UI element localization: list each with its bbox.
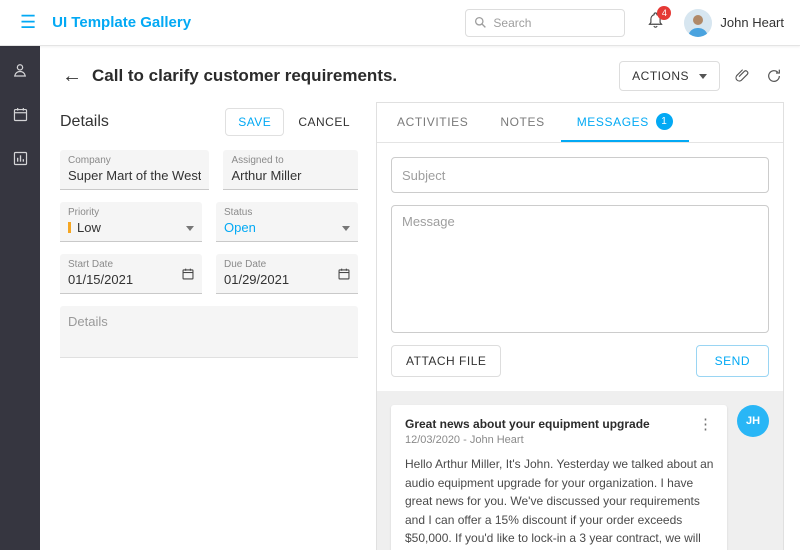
message-meta: 12/03/2020 - John Heart [405,434,650,446]
attach-file-button[interactable]: ATTACH FILE [391,345,501,377]
main-content: ← Call to clarify customer requirements.… [40,46,800,550]
user-avatar[interactable] [684,9,712,37]
company-field[interactable]: Company Super Mart of the West [60,150,209,190]
status-value: Open [224,220,350,235]
back-button[interactable]: ← [60,65,92,88]
company-value: Super Mart of the West [68,168,201,183]
send-button[interactable]: SEND [696,345,769,377]
messages-tab-content: ATTACH FILE SEND Great news about your e… [377,143,783,550]
sidebar-item-contacts[interactable] [11,60,29,80]
sidebar-item-analytics[interactable] [12,148,29,168]
chevron-down-icon [699,74,707,79]
page-title-row: ← Call to clarify customer requirements.… [60,56,784,96]
calendar-picker-icon[interactable] [337,267,351,286]
priority-label: Priority [68,207,194,218]
navigation-sidebar [0,46,40,550]
chevron-down-icon [186,226,194,231]
chevron-down-icon [342,226,350,231]
search-input[interactable]: Search [465,9,625,37]
message-author-avatar: JH [737,405,769,437]
start-date-value: 01/15/2021 [68,272,194,287]
app-body: ← Call to clarify customer requirements.… [0,46,800,550]
priority-select[interactable]: Priority Low [60,202,202,242]
user-avatar-image [684,9,712,37]
analytics-icon [12,150,29,167]
due-date-label: Due Date [224,259,350,270]
priority-value: Low [77,220,101,235]
tab-bar: ACTIVITIES NOTES MESSAGES 1 [377,103,783,143]
assigned-to-field[interactable]: Assigned to Arthur Miller [223,150,358,190]
sidebar-item-calendar[interactable] [12,104,29,124]
contacts-icon [11,61,29,79]
status-select[interactable]: Status Open [216,202,358,242]
notifications-button[interactable]: 4 [647,11,664,34]
due-date-field[interactable]: Due Date 01/29/2021 [216,254,358,294]
content-columns: Details SAVE CANCEL Company Super Mart o… [60,102,784,550]
message-title: Great news about your equipment upgrade [405,417,650,431]
start-date-label: Start Date [68,259,194,270]
start-date-field[interactable]: Start Date 01/15/2021 [60,254,202,294]
refresh-icon-button[interactable] [764,66,784,86]
message-buttons-row: ATTACH FILE SEND [391,345,769,377]
user-name[interactable]: John Heart [720,15,784,30]
attach-icon-button[interactable] [732,66,752,86]
app-title: UI Template Gallery [52,14,191,31]
status-label: Status [224,207,350,218]
priority-color-bar [68,222,71,233]
due-date-value: 01/29/2021 [224,272,350,287]
calendar-icon [12,106,29,123]
message-input[interactable] [391,205,769,333]
app-window: ☰ UI Template Gallery Search 4 John Hear… [0,0,800,550]
messages-list: Great news about your equipment upgrade … [377,391,783,550]
search-icon [474,16,487,29]
tab-activities[interactable]: ACTIVITIES [381,103,484,142]
details-panel: Details SAVE CANCEL Company Super Mart o… [60,102,358,550]
assigned-to-value: Arthur Miller [231,168,350,183]
page-title: Call to clarify customer requirements. [92,66,397,86]
subject-input[interactable] [391,157,769,193]
tab-notes[interactable]: NOTES [484,103,560,142]
details-header: Details SAVE CANCEL [60,108,358,136]
actions-button[interactable]: ACTIONS [619,61,720,91]
company-label: Company [68,155,201,166]
paperclip-icon [734,68,750,84]
calendar-picker-icon[interactable] [181,267,195,286]
menu-toggle-icon[interactable]: ☰ [12,8,44,37]
actions-button-label: ACTIONS [632,69,689,83]
save-button[interactable]: SAVE [225,108,284,136]
tab-messages[interactable]: MESSAGES 1 [561,103,689,142]
cancel-button[interactable]: CANCEL [290,109,358,135]
details-textarea[interactable]: Details [60,306,358,358]
message-body: Hello Arthur Miller, It's John. Yesterda… [405,455,715,550]
message-more-menu-icon[interactable]: ⋮ [696,417,715,432]
details-heading: Details [60,113,109,131]
refresh-icon [766,68,782,84]
app-header: ☰ UI Template Gallery Search 4 John Hear… [0,0,800,46]
title-actions: ACTIONS [619,61,784,91]
notification-count-badge: 4 [657,6,671,20]
activity-tabs-panel: ACTIVITIES NOTES MESSAGES 1 [376,102,784,550]
assigned-to-label: Assigned to [231,155,350,166]
search-placeholder: Search [493,16,531,30]
messages-count-badge: 1 [656,113,673,130]
message-card: Great news about your equipment upgrade … [391,405,727,550]
